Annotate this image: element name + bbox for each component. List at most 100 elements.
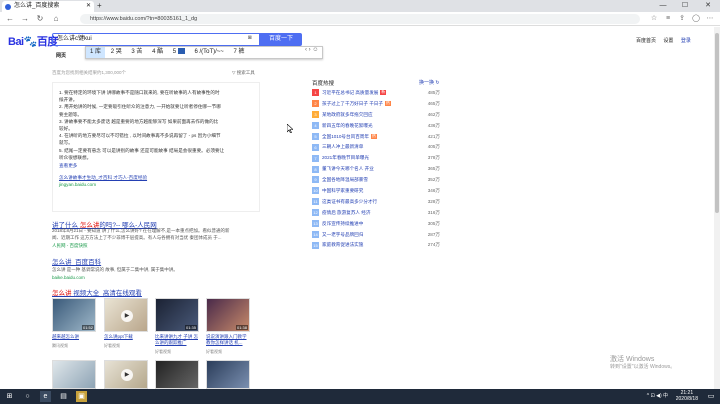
hot-index: 378万: [427, 155, 440, 161]
show-more-link[interactable]: 查看更多: [59, 163, 253, 169]
list-item: 5. 结尾一定要有悬念 可以是讲别的故事 还是可能故事 结局是会很重要。必须要让: [59, 147, 225, 153]
search-input[interactable]: 怎么讲c键kui: [52, 33, 260, 46]
home-link[interactable]: 百度首页: [636, 38, 656, 44]
notification-icon[interactable]: ▭: [707, 391, 715, 402]
hot-search-item[interactable]: 10 中国科学家重要研究 346万: [312, 186, 440, 197]
login-link[interactable]: 登录: [681, 38, 691, 44]
video-title-link[interactable]: 越来越怎么讲: [52, 334, 98, 340]
collections-icon[interactable]: ≡: [662, 13, 674, 25]
windows-taskbar: ⊞ ○ e ▤ ▣ ^ ⊡ ◀) 中 21:21 2020/8/18 ▭: [0, 389, 720, 404]
hot-index: 436万: [427, 122, 440, 128]
hot-title: 中国科学家重要研究: [322, 188, 364, 194]
taskbar-clock[interactable]: 21:21 2020/8/18: [676, 390, 698, 402]
hot-search-item[interactable]: 4 新四五年的春晚花絮曝光 436万: [312, 121, 440, 132]
hot-search-item[interactable]: 13 反诈宣传持续推进中 305万: [312, 219, 440, 230]
ime-candidate[interactable]: 5: [169, 47, 189, 58]
video-thumbnail[interactable]: ▶: [104, 298, 148, 332]
browser-toolbar: ← → ↻ ⌂ https://www.baidu.com/?tn=800351…: [0, 12, 720, 26]
scrollbar[interactable]: [714, 27, 720, 389]
list-item: 1. 要在特定的环境下讲 讲哪故事不是随口就来的, 要在听故事的人有故事性的时: [59, 90, 220, 95]
hot-search-item[interactable]: 5 全国1010号台风百周年热 421万: [312, 132, 440, 143]
hot-search-item[interactable]: 14 又一老字号品牌回归 287万: [312, 230, 440, 241]
video-thumbnail[interactable]: 01:35: [155, 298, 199, 332]
baidu-logo[interactable]: Bai🐾百度: [8, 33, 58, 49]
activation-watermark-subtext: 转到"设置"以激活 Windows。: [610, 364, 676, 370]
ime-candidate[interactable]: 4 酷: [148, 47, 167, 58]
ime-candidate[interactable]: 7 裤: [229, 47, 248, 58]
hot-search-item[interactable]: 8 董飞讲今天哪个名人 开业 365万: [312, 164, 440, 175]
file-explorer-icon[interactable]: ▤: [58, 391, 69, 402]
home-icon[interactable]: ⌂: [50, 13, 62, 25]
hot-search-item[interactable]: 2 孩子过上了千万好日子 千日子热 465万: [312, 99, 440, 110]
hot-search-item[interactable]: 6 三朝人冲上最新清单 405万: [312, 142, 440, 153]
hot-search-item[interactable]: 3 某地政府就多年拖欠回应 462万: [312, 110, 440, 121]
video-thumbnail[interactable]: [52, 360, 96, 389]
new-tab-button[interactable]: +: [97, 0, 102, 12]
address-bar[interactable]: https://www.baidu.com/?tn=80035161_1_dg: [80, 14, 640, 24]
search-button[interactable]: 百度一下: [260, 33, 302, 46]
video-thumbnail[interactable]: [206, 360, 250, 389]
forward-icon[interactable]: →: [19, 13, 31, 25]
reload-icon[interactable]: ↻: [34, 13, 46, 25]
refresh-hot-link[interactable]: 换一换 ↻: [419, 79, 440, 86]
close-window-button[interactable]: ✕: [697, 0, 719, 12]
edge-browser-icon[interactable]: e: [40, 391, 51, 402]
minimize-button[interactable]: —: [652, 0, 674, 12]
ime-candidate[interactable]: 2 哭: [107, 47, 126, 58]
video-thumbnail[interactable]: ▶: [104, 360, 148, 389]
result-source[interactable]: 人民网 - 百度快照: [52, 243, 88, 249]
tab-web[interactable]: 网页: [56, 53, 66, 59]
video-result-title-link[interactable]: 怎么讲 视频大全_高清在线观看: [52, 287, 142, 297]
hot-search-item[interactable]: 7 2021年春晚节目单曝光 378万: [312, 153, 440, 164]
video-thumbnail[interactable]: [155, 360, 199, 389]
hot-title: 这类证书有最高多少分才行: [322, 198, 378, 204]
hot-search-item[interactable]: 12 疫情后 旅游复苏人 经济 316万: [312, 208, 440, 219]
ime-emoji-icon[interactable]: ☺: [312, 47, 318, 53]
search-tools-link[interactable]: ▽ 搜索工具: [232, 70, 255, 76]
video-thumbnail[interactable]: 01:38: [206, 298, 250, 332]
ime-candidate[interactable]: 6 /(ToT)/~~: [190, 47, 227, 58]
search-value: 怎么讲c键kui: [57, 36, 92, 42]
hot-search-item[interactable]: 9 全国各地降温局部暴雪 352万: [312, 175, 440, 186]
hot-title: 三朝人冲上最新清单: [322, 144, 364, 150]
baike-title-link[interactable]: 怎么讲_百度百科: [52, 256, 101, 266]
ime-controls: ‹ › ☺: [305, 47, 318, 53]
camera-icon[interactable]: ◙: [248, 35, 252, 41]
more-menu-icon[interactable]: ⋯: [704, 13, 716, 25]
ime-candidate[interactable]: 3 苦: [127, 47, 146, 58]
hot-badge: 热: [370, 133, 377, 139]
hot-index: 421万: [427, 133, 440, 139]
ime-candidate[interactable]: 1 库: [86, 47, 106, 58]
hot-index: 462万: [427, 111, 440, 117]
result-snippet: 2018年8月21日 - 要知道 讲了什么,怎么讲好? 在在理解不,是一本重点把…: [52, 228, 230, 233]
maximize-button[interactable]: ☐: [674, 0, 696, 12]
windows-start-icon[interactable]: ⊞: [4, 391, 15, 402]
hot-search-item[interactable]: 15 家庭教育促进法实施 274万: [312, 240, 440, 251]
video-title-link[interactable]: 说说演讲跟入门教学 教你怎样讲话 机...: [206, 334, 252, 346]
hot-search-item[interactable]: 11 这类证书有最高多少分才行 328万: [312, 197, 440, 208]
result-title-highlight: 怎么讲: [52, 290, 72, 297]
hot-search-item[interactable]: 1 习近平在总书记 高质量发展新 485万: [312, 88, 440, 99]
list-item: 4. 在讲听的地方要尽可以不可错拉 , 以时间故事再不多说再留了 - ps 因为…: [59, 133, 221, 139]
video-title-link[interactable]: 怎么讲ppt下载: [104, 334, 150, 340]
hot-search-title: 百度热搜: [312, 81, 335, 87]
hot-index: 346万: [427, 188, 440, 194]
video-title-link[interactable]: 比来讲讲九才 子讲 怎么讲的跟踪推广: [155, 334, 201, 346]
emoji-box-icon: [177, 48, 185, 55]
source-title-link[interactable]: 怎么讲故事才生动_才百科 才巧人-百度经验: [59, 175, 253, 181]
profile-icon[interactable]: ◯: [690, 13, 702, 25]
ime-page-arrows[interactable]: ‹ ›: [305, 47, 311, 53]
app-icon[interactable]: ▣: [76, 391, 87, 402]
scrollbar-thumb[interactable]: [715, 33, 719, 213]
video-thumbnail[interactable]: 01:52: [52, 298, 96, 332]
back-icon[interactable]: ←: [4, 13, 16, 25]
settings-link[interactable]: 设置: [663, 38, 673, 44]
search-icon[interactable]: ○: [22, 391, 33, 402]
refresh-label: 换一换: [419, 80, 435, 86]
share-icon[interactable]: ⇪: [676, 13, 688, 25]
favorites-star-icon[interactable]: ☆: [648, 13, 660, 25]
browser-tab[interactable]: 怎么讲_百度搜索 ✕: [2, 1, 94, 12]
system-tray[interactable]: ^ ⊡ ◀) 中: [647, 392, 668, 399]
close-tab-icon[interactable]: ✕: [86, 1, 91, 12]
hot-index: 316万: [427, 209, 440, 215]
